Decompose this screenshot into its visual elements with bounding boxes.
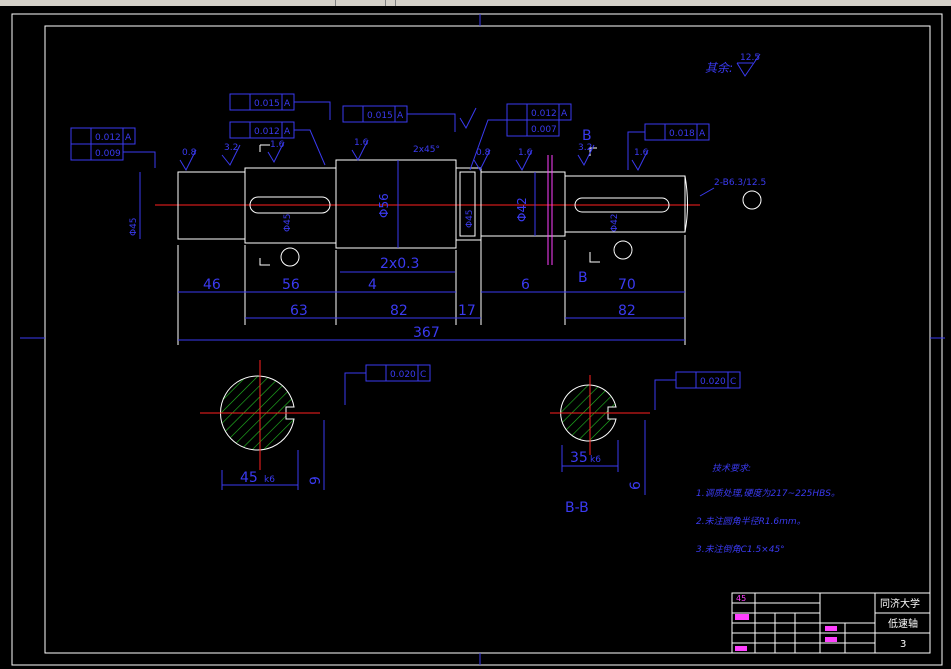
svg-text:2x45°: 2x45° (413, 145, 440, 155)
svg-text:0.8: 0.8 (182, 148, 197, 158)
svg-text:Φ45: Φ45 (465, 209, 475, 228)
svg-text:1.6: 1.6 (518, 148, 533, 158)
svg-text:1.调质处理,硬度为217~225HBS。: 1.调质处理,硬度为217~225HBS。 (696, 488, 840, 499)
svg-text:0.020: 0.020 (700, 377, 726, 387)
svg-text:17: 17 (458, 303, 476, 319)
svg-text:6: 6 (521, 277, 530, 293)
svg-text:45: 45 (240, 470, 258, 486)
svg-text:0.009: 0.009 (95, 149, 121, 159)
svg-text:C: C (420, 370, 426, 380)
svg-text:B-B: B-B (565, 500, 589, 516)
svg-text:70: 70 (618, 277, 636, 293)
cad-drawing-canvas[interactable]: 其余: 12.5 B B 0.015 A 0.012 A 0.015 A 0.0… (0, 6, 951, 669)
svg-text:82: 82 (390, 303, 408, 319)
svg-text:35: 35 (570, 450, 588, 466)
svg-text:A: A (397, 111, 404, 121)
svg-text:56: 56 (282, 277, 300, 293)
svg-text:0.020: 0.020 (390, 370, 416, 380)
roughness-marks: 0.8 1.6 1.6 0.8 1.6 1.6 3.2 3.2 (179, 107, 649, 172)
svg-text:A: A (284, 127, 291, 137)
title-block: 45 同济大学 低速轴 3 (731, 592, 931, 654)
svg-text:k6: k6 (590, 455, 601, 465)
svg-text:Φ42: Φ42 (515, 197, 529, 222)
svg-text:1.6: 1.6 (634, 148, 649, 158)
svg-text:A: A (561, 109, 568, 119)
shaft-outline (155, 155, 700, 265)
svg-text:同济大学: 同济大学 (880, 597, 920, 610)
svg-text:Φ56: Φ56 (377, 193, 391, 218)
svg-text:45: 45 (736, 594, 746, 603)
svg-text:A: A (284, 99, 291, 109)
svg-text:63: 63 (290, 303, 308, 319)
svg-text:3: 3 (900, 639, 906, 650)
svg-text:B: B (578, 270, 588, 286)
general-roughness: 其余: 12.5 (705, 53, 761, 77)
svg-text:技术要求:: 技术要求: (712, 463, 751, 474)
svg-text:4: 4 (368, 277, 377, 293)
svg-text:A: A (699, 129, 706, 139)
svg-text:9: 9 (308, 476, 324, 485)
svg-text:0.012: 0.012 (95, 133, 121, 143)
svg-text:0.012: 0.012 (254, 127, 280, 137)
svg-text:2x0.3: 2x0.3 (380, 256, 419, 272)
svg-text:3.2: 3.2 (224, 143, 238, 153)
svg-text:0.007: 0.007 (531, 125, 557, 135)
svg-text:46: 46 (203, 277, 221, 293)
svg-text:82: 82 (618, 303, 636, 319)
length-dimensions: 46 56 4 6 70 2x0.3 63 82 17 82 367 (177, 235, 686, 345)
svg-text:1.6: 1.6 (354, 138, 369, 148)
svg-text:2-B6.3/12.5: 2-B6.3/12.5 (714, 178, 766, 188)
svg-text:0.015: 0.015 (367, 111, 393, 121)
svg-text:3.2: 3.2 (578, 143, 592, 153)
svg-text:0.012: 0.012 (531, 109, 557, 119)
svg-text:0.018: 0.018 (669, 129, 695, 139)
svg-text:0.015: 0.015 (254, 99, 280, 109)
svg-text:B: B (582, 128, 592, 144)
svg-text:A: A (125, 133, 132, 143)
svg-text:其余:: 其余: (705, 61, 733, 75)
svg-text:Φ45: Φ45 (129, 217, 139, 236)
svg-text:367: 367 (413, 325, 440, 341)
svg-text:k6: k6 (264, 475, 275, 485)
svg-text:12.5: 12.5 (740, 53, 760, 63)
gdt-frames: 0.015 A 0.012 A 0.015 A 0.012 A 0.009 0.012 A… (70, 93, 710, 171)
svg-text:0.8: 0.8 (476, 148, 491, 158)
svg-text:6: 6 (628, 481, 644, 490)
svg-text:低速轴: 低速轴 (888, 617, 918, 630)
technical-requirements: 技术要求: 1.调质处理,硬度为217~225HBS。 2.未注圆角半径R1.6… (696, 463, 840, 555)
section-markers: B B (259, 128, 762, 286)
svg-text:Φ45: Φ45 (283, 213, 293, 232)
svg-text:2.未注圆角半径R1.6mm。: 2.未注圆角半径R1.6mm。 (696, 516, 806, 527)
svg-text:1.6: 1.6 (270, 140, 285, 150)
section-view-1: 0.020 C 45 k6 9 (200, 360, 431, 490)
svg-text:3.未注倒角C1.5×45°: 3.未注倒角C1.5×45° (696, 544, 785, 555)
svg-text:Φ42: Φ42 (610, 213, 620, 232)
svg-text:C: C (730, 377, 736, 387)
